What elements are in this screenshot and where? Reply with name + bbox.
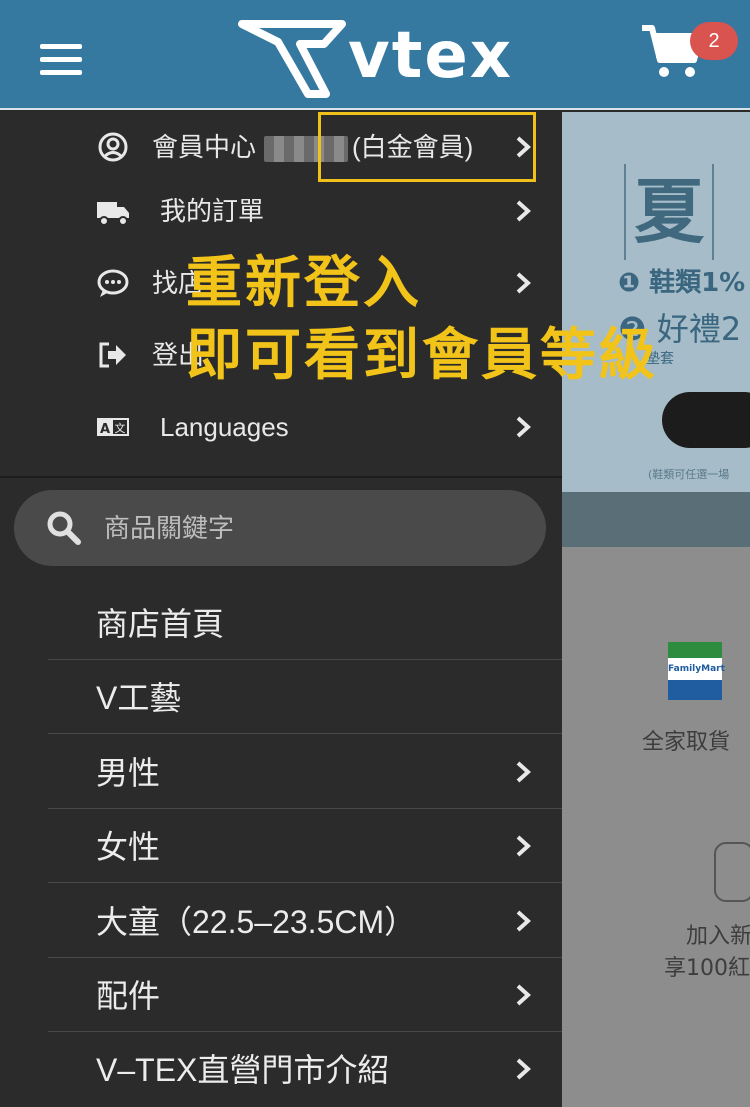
chat-bubble-icon — [97, 269, 129, 297]
search-icon — [47, 511, 81, 545]
annotation-line-1: 重新登入 — [186, 251, 422, 316]
languages-label: Languages — [160, 412, 289, 442]
translate-icon: A 文 — [97, 418, 129, 437]
background-page: 夏 ❶ 鞋類1% ❷ 好禮2 墊套 (鞋類可任選一場 FamilyMart 全家… — [562, 112, 750, 1107]
chevron-right-icon — [516, 272, 531, 294]
account-row-languages[interactable]: A 文 Languages — [0, 394, 562, 458]
account-row-orders[interactable]: 我的訂單 — [0, 178, 562, 242]
member-icon — [714, 842, 750, 902]
nav-item-men[interactable]: 男性 — [0, 735, 562, 809]
search-placeholder: 商品關鍵字 — [104, 513, 235, 543]
annotation-line-2: 即可看到會員等級 — [186, 323, 658, 388]
nav-item-v-craft[interactable]: V工藝 — [0, 660, 562, 734]
nav-item-label: 女性 — [96, 829, 161, 865]
nav-item-label: 男性 — [96, 755, 161, 791]
member-tier-highlight — [318, 112, 536, 182]
vtex-mark-icon — [238, 20, 346, 98]
nav-item-label: 大童（22.5–23.5CM） — [96, 904, 417, 940]
chevron-right-icon — [516, 761, 531, 783]
chevron-right-icon — [516, 835, 531, 857]
chevron-right-icon — [516, 200, 531, 222]
svg-text:文: 文 — [115, 421, 126, 435]
join-line-2: 享100紅 — [664, 956, 750, 981]
nav-item-women[interactable]: 女性 — [0, 809, 562, 883]
chevron-right-icon — [516, 416, 531, 438]
familymart-pickup-label: 全家取貨 — [642, 730, 731, 755]
chevron-right-icon — [516, 1058, 531, 1080]
logo-text: vtex — [348, 19, 513, 93]
user-circle-icon — [98, 132, 128, 162]
nav-item-label: V工藝 — [96, 680, 182, 716]
familymart-logo: FamilyMart — [668, 642, 725, 700]
chevron-right-icon — [516, 984, 531, 1006]
nav-item-label: V–TEX直營門市介紹 — [96, 1052, 390, 1088]
nav-item-label: 商店首頁 — [96, 606, 225, 642]
join-line-1: 加入新 — [686, 924, 750, 949]
sign-out-icon — [99, 342, 126, 368]
svg-text:A: A — [100, 422, 110, 437]
orders-label: 我的訂單 — [160, 196, 265, 226]
member-center-label: 會員中心 — [152, 132, 257, 162]
hamburger-menu-icon[interactable] — [40, 44, 82, 80]
banner-note: (鞋類可任選一場 — [648, 468, 730, 481]
nav-item-kids[interactable]: 大童（22.5–23.5CM） — [0, 884, 562, 958]
banner-title: 夏 — [624, 164, 714, 260]
banner-line-1: ❶ 鞋類1% — [618, 268, 746, 298]
nav-item-label: 配件 — [96, 978, 161, 1014]
search-input[interactable]: 商品關鍵字 — [14, 490, 546, 566]
truck-icon — [97, 202, 129, 226]
cart-count-badge: 2 — [690, 22, 738, 60]
chevron-right-icon — [516, 910, 531, 932]
app-header: vtex 2 — [0, 0, 750, 110]
vtex-logo[interactable]: vtex — [238, 14, 518, 98]
nav-item-home[interactable]: 商店首頁 — [0, 586, 562, 660]
drawer-divider — [0, 476, 562, 478]
nav-item-stores[interactable]: V–TEX直營門市介紹 — [0, 1032, 562, 1106]
nav-item-accessories[interactable]: 配件 — [0, 958, 562, 1032]
insole-image — [662, 392, 750, 448]
